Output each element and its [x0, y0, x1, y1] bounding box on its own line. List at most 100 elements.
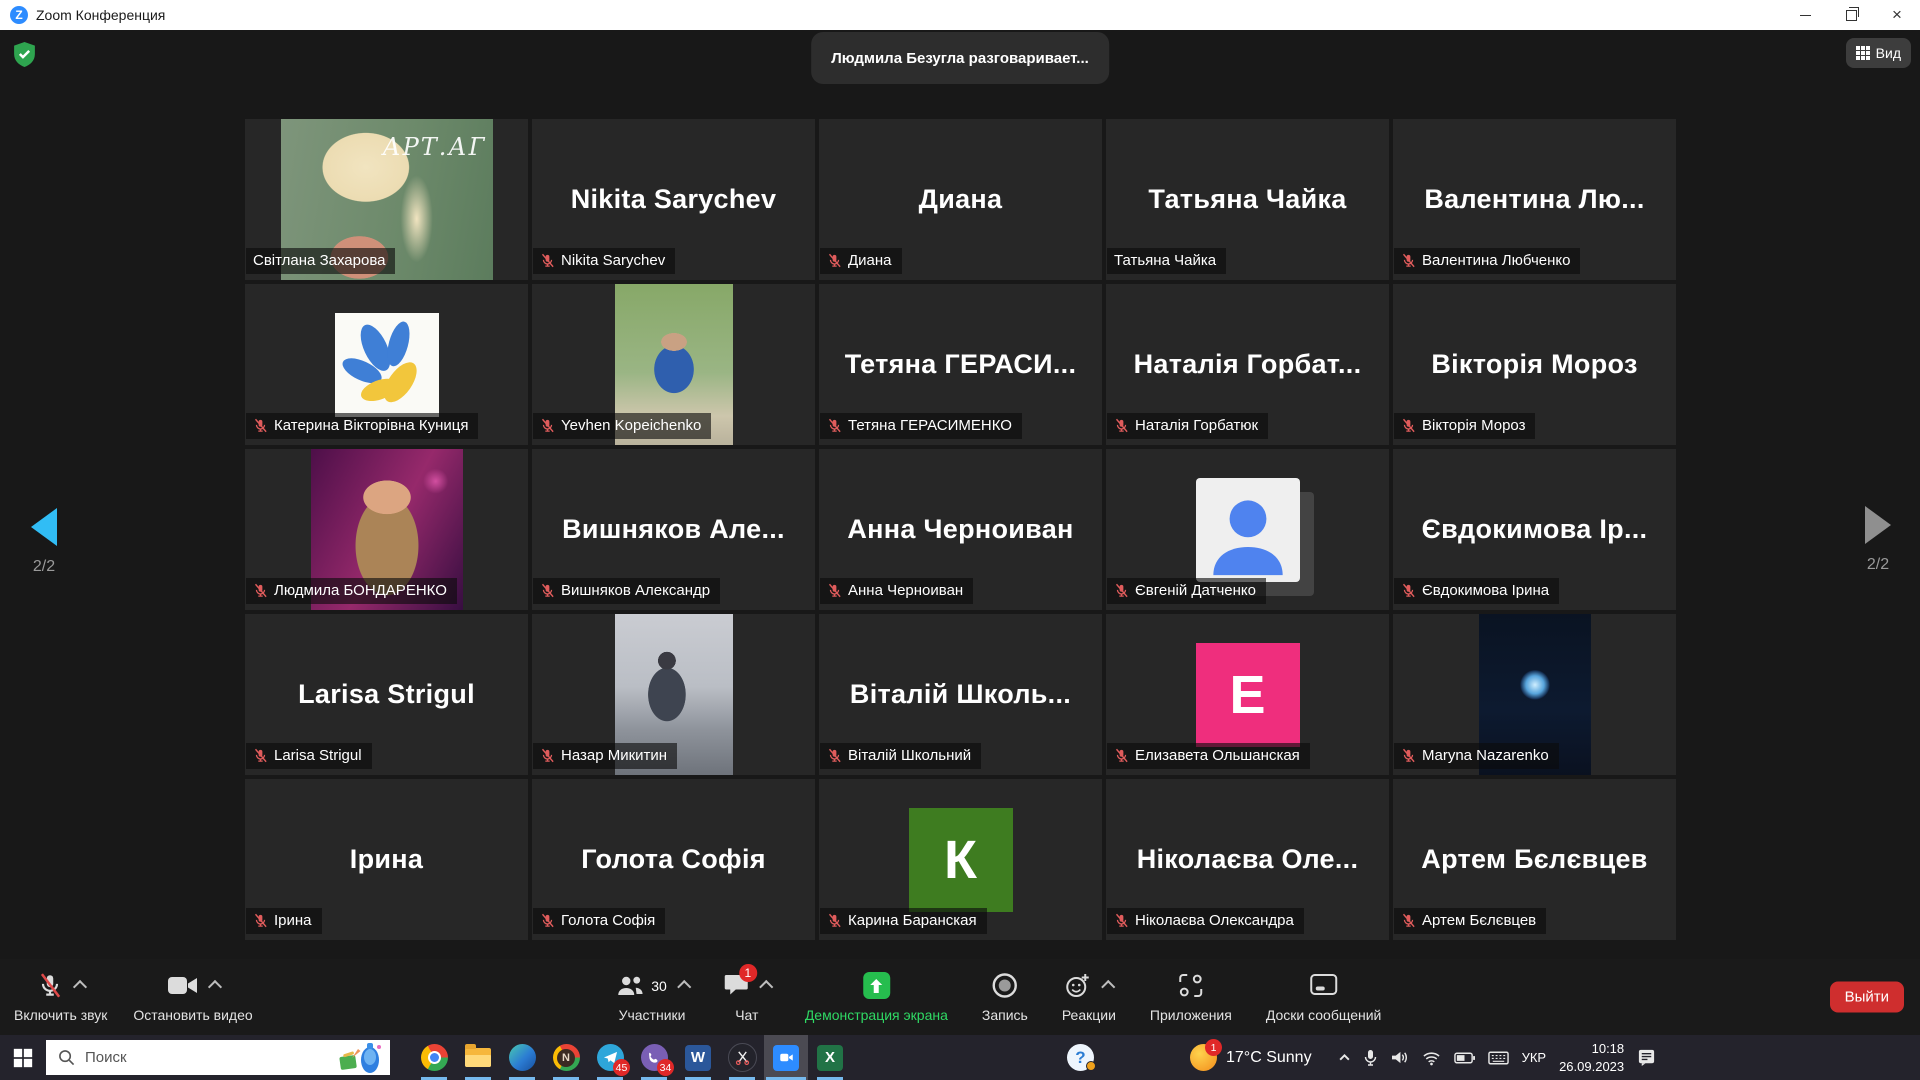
participant-tile[interactable]: ДианаДиана	[819, 119, 1102, 280]
participants-button[interactable]: 30 Участники	[615, 959, 689, 1035]
language-indicator[interactable]: УКР	[1522, 1050, 1547, 1065]
participant-label: Голота Софія	[533, 908, 665, 934]
minimize-button[interactable]	[1782, 0, 1828, 30]
prev-page-button[interactable]: 2/2	[14, 508, 74, 576]
close-button[interactable]: ×	[1874, 0, 1920, 30]
whiteboards-button[interactable]: Доски сообщений	[1266, 959, 1382, 1035]
unmute-button[interactable]: Включить звук	[14, 959, 107, 1035]
leave-button[interactable]: Выйти	[1830, 982, 1904, 1013]
stop-video-button[interactable]: Остановить видео	[133, 959, 252, 1035]
muted-mic-icon	[1114, 583, 1129, 598]
viber-taskbar-icon[interactable]: 34	[632, 1035, 676, 1080]
word-taskbar-icon[interactable]: W	[676, 1035, 720, 1080]
snipping-tool-taskbar-icon[interactable]	[720, 1035, 764, 1080]
file-explorer-taskbar-icon[interactable]	[456, 1035, 500, 1080]
participant-tile[interactable]: Назар Микитин	[532, 614, 815, 775]
taskbar-apps: N4534W X	[412, 1035, 852, 1080]
participant-name: Larisa Strigul	[298, 679, 475, 710]
apps-icon	[1177, 972, 1204, 999]
participant-grid: АРТ.АГСвітлана ЗахароваNikita SarychevNi…	[245, 119, 1676, 940]
start-button[interactable]	[0, 1035, 46, 1080]
participant-tile[interactable]: Татьяна ЧайкаТатьяна Чайка	[1106, 119, 1389, 280]
share-screen-button[interactable]: Демонстрация экрана	[805, 959, 948, 1035]
muted-mic-icon	[1114, 418, 1129, 433]
participant-label: Nikita Sarychev	[533, 248, 675, 274]
apps-button[interactable]: Приложения	[1150, 959, 1232, 1035]
participants-chevron[interactable]	[677, 980, 691, 994]
record-button[interactable]: Запись	[982, 959, 1028, 1035]
participant-tile[interactable]: Maryna Nazarenko	[1393, 614, 1676, 775]
participant-tile[interactable]: Наталія Горбат...Наталія Горбатюк	[1106, 284, 1389, 445]
participant-label: Катерина Вікторівна Куниця	[246, 413, 478, 439]
mic-muted-icon	[37, 972, 63, 1000]
participant-tile[interactable]: Yevhen Kopeichenko	[532, 284, 815, 445]
tray-speaker-icon[interactable]	[1390, 1050, 1409, 1065]
participant-tile[interactable]: Людмила БОНДАРЕНКО	[245, 449, 528, 610]
weather-text: 17°C Sunny	[1226, 1049, 1312, 1067]
muted-mic-icon	[1401, 253, 1416, 268]
participant-tile[interactable]: АРТ.АГСвітлана Захарова	[245, 119, 528, 280]
tray-battery-icon[interactable]	[1454, 1052, 1475, 1064]
participant-tile[interactable]: Larisa StrigulLarisa Strigul	[245, 614, 528, 775]
prev-page-arrow-icon[interactable]	[31, 508, 57, 546]
muted-mic-icon	[540, 253, 555, 268]
participant-tile[interactable]: Тетяна ГЕРАСИ...Тетяна ГЕРАСИМЕНКО	[819, 284, 1102, 445]
participant-label: Назар Микитин	[533, 743, 677, 769]
reactions-button[interactable]: Реакции	[1062, 959, 1116, 1035]
excel-taskbar-icon[interactable]: X	[808, 1035, 852, 1080]
edge-taskbar-icon[interactable]	[500, 1035, 544, 1080]
action-center-icon[interactable]	[1637, 1048, 1656, 1067]
muted-mic-icon	[1114, 913, 1129, 928]
chalkboard-text: АРТ.АГ	[382, 133, 486, 161]
muted-mic-icon	[827, 253, 842, 268]
meeting-stage: Людмила Безугла разговаривает... Вид 2/2…	[0, 30, 1920, 959]
participant-tile[interactable]: Євдокимова Ір...Євдокимова Ірина	[1393, 449, 1676, 610]
participant-tile[interactable]: ККарина Баранская	[819, 779, 1102, 940]
audio-options-chevron[interactable]	[73, 980, 87, 994]
participant-tile[interactable]: Вишняков Але...Вишняков Александр	[532, 449, 815, 610]
participant-tile[interactable]: Віталій Школь...Віталій Школьний	[819, 614, 1102, 775]
participant-tile[interactable]: Валентина Лю...Валентина Любченко	[1393, 119, 1676, 280]
next-page-arrow-icon[interactable]	[1865, 506, 1891, 544]
chrome-profile-taskbar-icon[interactable]: N	[544, 1035, 588, 1080]
help-icon[interactable]: ?	[1067, 1044, 1094, 1071]
reactions-chevron[interactable]	[1101, 980, 1115, 994]
tray-network-icon[interactable]	[1422, 1050, 1441, 1066]
weather-widget[interactable]: 1 17°C Sunny	[1190, 1044, 1312, 1071]
participant-tile[interactable]: Голота Софія Голота Софія	[532, 779, 815, 940]
participant-tile[interactable]: Катерина Вікторівна Куниця	[245, 284, 528, 445]
security-shield-icon[interactable]	[12, 41, 37, 68]
participant-name: Nikita Sarychev	[571, 184, 777, 215]
participant-label: Людмила БОНДАРЕНКО	[246, 578, 457, 604]
taskbar-clock[interactable]: 10:18 26.09.2023	[1559, 1040, 1624, 1075]
participant-label: Елизавета Ольшанская	[1107, 743, 1310, 769]
clock-date: 26.09.2023	[1559, 1058, 1624, 1076]
tray-keyboard-icon[interactable]	[1488, 1051, 1509, 1065]
muted-mic-icon	[827, 748, 842, 763]
avatar-default-visual	[1196, 478, 1300, 582]
participant-name: Голота Софія	[581, 844, 766, 875]
telegram-taskbar-icon[interactable]: 45	[588, 1035, 632, 1080]
next-page-button[interactable]: 2/2	[1848, 506, 1908, 574]
chat-button[interactable]: 1 Чат	[723, 959, 771, 1035]
tray-microphone-icon[interactable]	[1364, 1049, 1377, 1067]
participant-tile[interactable]: Вікторія МорозВікторія Мороз	[1393, 284, 1676, 445]
participant-tile[interactable]: Ніколаєва Оле...Ніколаєва Олександра	[1106, 779, 1389, 940]
participant-tile[interactable]: Євгеній Датченко	[1106, 449, 1389, 610]
participant-tile[interactable]: Анна ЧерноиванАнна Черноиван	[819, 449, 1102, 610]
chat-chevron[interactable]	[759, 980, 773, 994]
video-options-chevron[interactable]	[207, 980, 221, 994]
participant-label: Татьяна Чайка	[1107, 248, 1226, 274]
restore-button[interactable]	[1828, 0, 1874, 30]
participant-label: Диана	[820, 248, 902, 274]
muted-mic-icon	[253, 748, 268, 763]
tray-expand-chevron-icon[interactable]	[1338, 1052, 1351, 1063]
view-button[interactable]: Вид	[1846, 38, 1911, 68]
participant-tile[interactable]: Артем БєлєвцевАртем Бєлєвцев	[1393, 779, 1676, 940]
participant-tile[interactable]: Nikita Sarychev Nikita Sarychev	[532, 119, 815, 280]
participant-tile[interactable]: EЕлизавета Ольшанская	[1106, 614, 1389, 775]
chrome-taskbar-icon[interactable]	[412, 1035, 456, 1080]
participant-tile[interactable]: ІринаІрина	[245, 779, 528, 940]
zoom-taskbar-icon[interactable]	[764, 1035, 808, 1080]
taskbar-search-input[interactable]: Поиск	[46, 1040, 390, 1075]
